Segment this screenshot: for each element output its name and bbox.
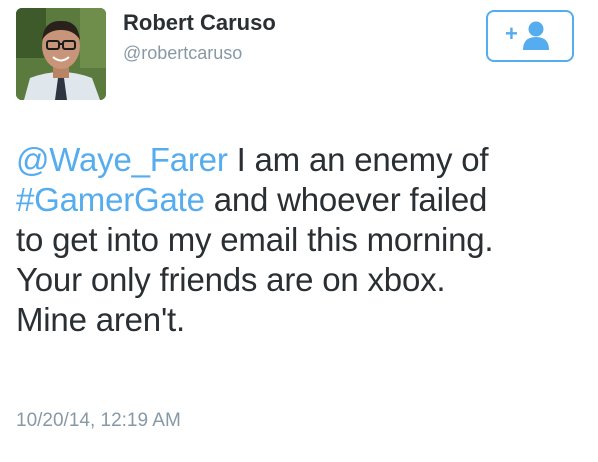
person-photo-icon: [16, 8, 106, 100]
display-name[interactable]: Robert Caruso: [123, 10, 276, 36]
follow-button[interactable]: +: [486, 10, 574, 62]
tweet-text-segment: and whoever failed: [204, 181, 488, 218]
tweet-line: Mine aren't.: [16, 301, 185, 338]
tweet-line: #GamerGate and whoever failed: [16, 180, 586, 220]
tweet-line: @Waye_Farer I am an enemy of: [16, 140, 586, 180]
avatar[interactable]: [16, 8, 106, 100]
tweet-line: to get into my email this morning.: [16, 221, 494, 258]
tweet-text-segment: I am an enemy of: [227, 141, 489, 178]
mention-link[interactable]: @Waye_Farer: [16, 141, 228, 178]
username[interactable]: @robertcaruso: [123, 43, 242, 64]
tweet-line: Your only friends are on xbox.: [16, 261, 446, 298]
hashtag-link[interactable]: #GamerGate: [16, 181, 205, 218]
tweet-text: @Waye_Farer I am an enemy of #GamerGate …: [16, 140, 586, 340]
timestamp[interactable]: 10/20/14, 12:19 AM: [16, 410, 181, 432]
follow-person-plus-icon: +: [505, 21, 549, 50]
plus-glyph: +: [505, 21, 518, 46]
